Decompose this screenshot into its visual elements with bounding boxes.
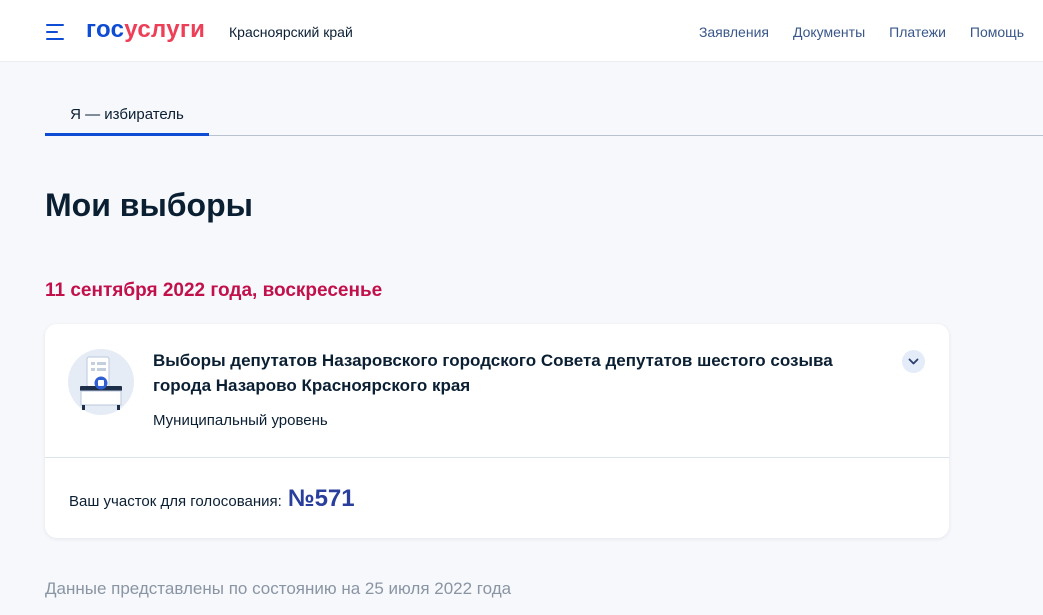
logo-part-uslugi: услуги bbox=[124, 16, 206, 43]
menu-icon-bar bbox=[46, 31, 58, 33]
election-card: Выборы депутатов Назаровского городского… bbox=[45, 324, 949, 538]
menu-icon-bar bbox=[46, 24, 64, 26]
precinct-info: Ваш участок для голосования: №571 bbox=[69, 484, 355, 514]
card-divider bbox=[45, 457, 949, 458]
nav-link-applications[interactable]: Заявления bbox=[699, 23, 769, 41]
menu-icon-bar bbox=[46, 38, 64, 40]
logo-part-gos: гос bbox=[86, 16, 125, 43]
nav-link-documents[interactable]: Документы bbox=[793, 23, 865, 41]
menu-icon[interactable] bbox=[46, 24, 66, 40]
main-nav: Заявления Документы Платежи Помощь bbox=[699, 23, 1024, 41]
election-date-heading: 11 сентября 2022 года, воскресенье bbox=[45, 280, 383, 301]
ballot-box-icon bbox=[68, 349, 134, 415]
precinct-label: Ваш участок для голосования: bbox=[69, 493, 282, 510]
precinct-number[interactable]: №571 bbox=[288, 484, 355, 514]
nav-link-payments[interactable]: Платежи bbox=[889, 23, 946, 41]
top-header: госуслуги Красноярский край Заявления До… bbox=[0, 0, 1043, 62]
election-level: Муниципальный уровень bbox=[153, 412, 328, 429]
chevron-down-icon bbox=[908, 358, 919, 365]
data-timestamp-note: Данные представлены по состоянию на 25 и… bbox=[45, 579, 512, 598]
region-selector[interactable]: Красноярский край bbox=[229, 23, 353, 41]
gosuslugi-logo[interactable]: госуслуги bbox=[86, 16, 205, 44]
page-title: Мои выборы bbox=[45, 187, 253, 223]
nav-link-help[interactable]: Помощь bbox=[970, 23, 1024, 41]
tab-bar: Я — избиратель bbox=[45, 98, 1043, 136]
tab-voter[interactable]: Я — избиратель bbox=[45, 98, 209, 136]
expand-button[interactable] bbox=[902, 350, 925, 373]
election-title: Выборы депутатов Назаровского городского… bbox=[153, 351, 833, 395]
